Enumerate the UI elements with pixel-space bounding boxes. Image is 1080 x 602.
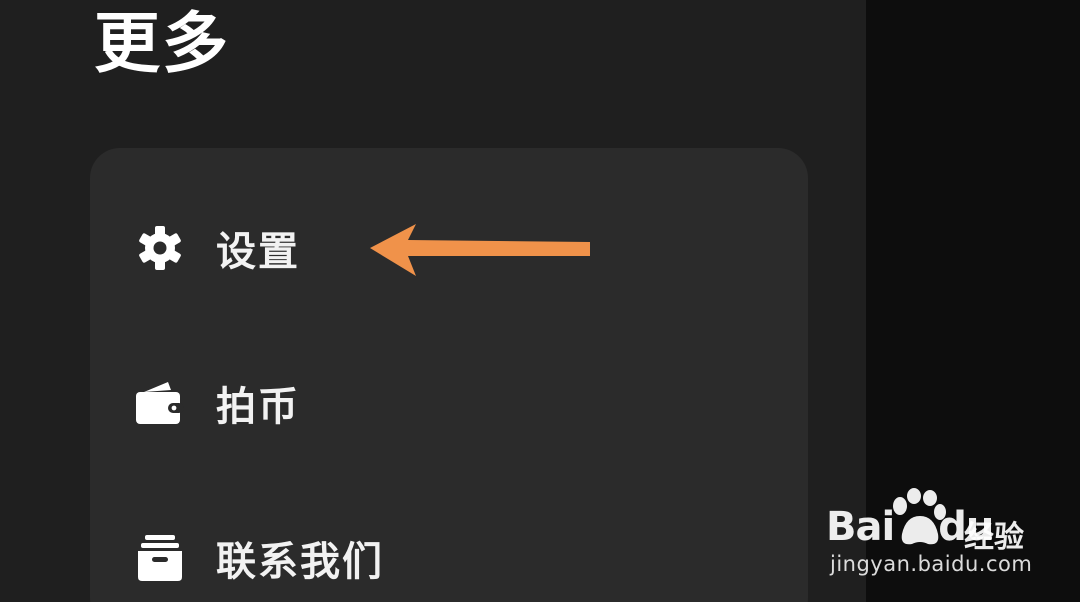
- menu-item-coins[interactable]: 拍币: [90, 353, 808, 453]
- more-drawer: 更多 设置 拍币 联系我们: [0, 0, 866, 602]
- watermark-url: jingyan.baidu.com: [830, 552, 1033, 576]
- menu-item-label: 拍币: [216, 384, 300, 430]
- inbox-icon: [134, 532, 186, 584]
- baidu-jingyan-watermark: Bai du 经验 jingyan.baidu.com: [826, 484, 1036, 584]
- menu-item-label: 设置: [216, 229, 300, 275]
- menu-item-contact-us[interactable]: 联系我们: [90, 508, 808, 602]
- wallet-icon: [134, 377, 186, 429]
- watermark-product: 经验: [964, 520, 1024, 555]
- menu-item-label: 联系我们: [216, 539, 384, 585]
- annotation-arrow-icon: [370, 224, 590, 276]
- page-title: 更多: [94, 5, 230, 82]
- paw-icon: [893, 488, 946, 545]
- gear-icon: [134, 222, 186, 274]
- screen: 更多 设置 拍币 联系我们 Bai du 经验 jingyan.baidu.co…: [0, 0, 1080, 602]
- menu-card: 设置 拍币 联系我们: [90, 148, 808, 602]
